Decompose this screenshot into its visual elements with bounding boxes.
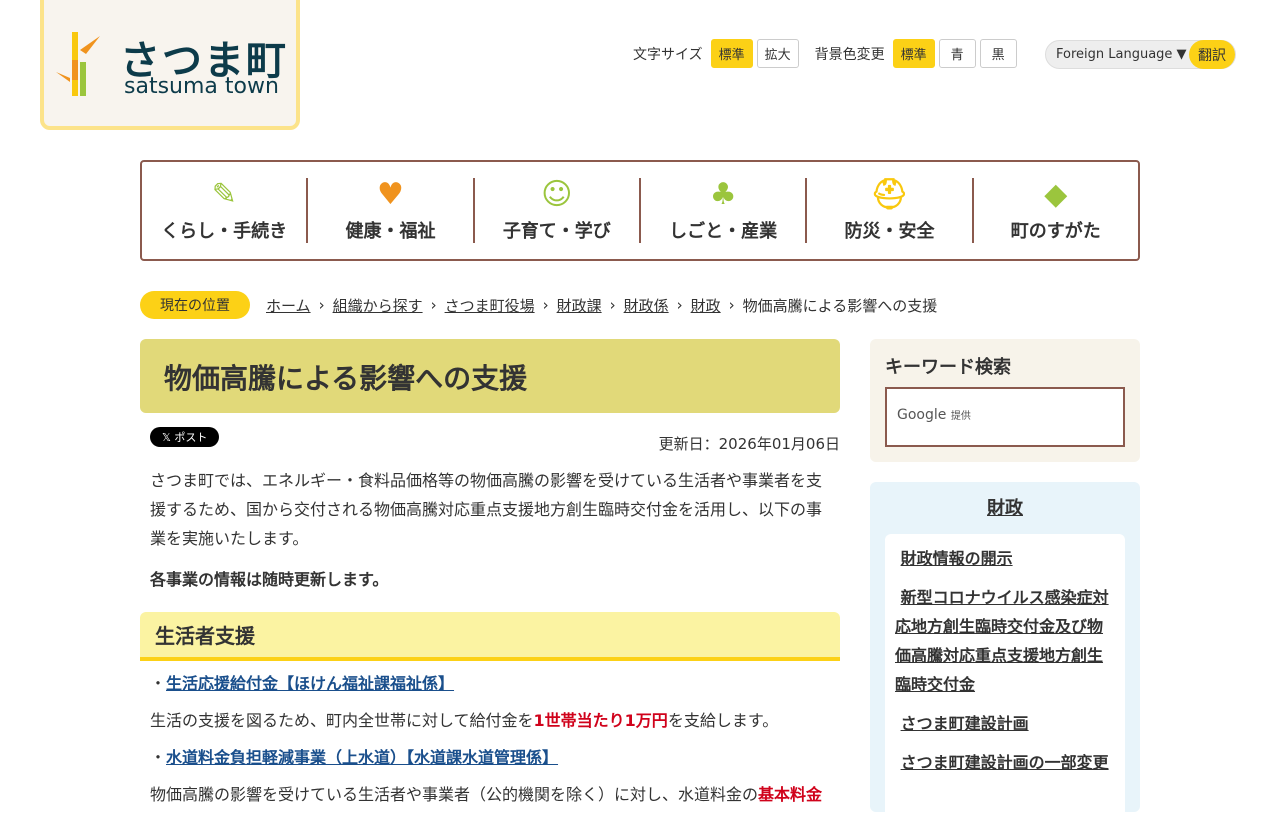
- bg-standard-button[interactable]: 標準: [892, 39, 935, 68]
- nav-label: 町のすがた: [1010, 221, 1101, 242]
- font-size-label: 文字サイズ: [633, 46, 703, 63]
- search-input[interactable]: Google 提供: [885, 387, 1125, 447]
- foreign-language-select[interactable]: Foreign Language ▼ 翻訳: [1045, 40, 1236, 69]
- main-content: 物価高騰による影響への支援 𝕏 ポスト 更新日：2026年01月06日 さつま町…: [140, 339, 840, 809]
- nav-health[interactable]: ♥ 健康・福祉: [308, 176, 475, 243]
- sidebar-link-item: さつま町建設計画: [895, 709, 1115, 738]
- sidebar-link[interactable]: さつま町建設計画の一部変更: [901, 753, 1109, 772]
- heart-hands-icon: ♥: [377, 176, 404, 212]
- category-title[interactable]: 財政: [885, 494, 1125, 520]
- bamboo-shoot-icon: ♣: [709, 176, 737, 212]
- breadcrumb-link[interactable]: ホーム: [266, 295, 311, 316]
- nav-safety[interactable]: ⛑ 防災・安全: [807, 176, 974, 243]
- nav-work[interactable]: ♣ しごと・産業: [641, 176, 808, 243]
- sidebar-link-item: 新型コロナウイルス感染症対応地方創生臨時交付金及び物価高騰対応重点支援地方創生臨…: [895, 583, 1115, 699]
- sidebar-link[interactable]: 財政情報の開示: [901, 549, 1013, 568]
- site-logo[interactable]: さつま町 satsuma town: [40, 0, 300, 130]
- item-description: 物価高騰の影響を受けている生活者や事業者（公的機関を除く）に対し、水道料金の基本…: [150, 785, 823, 804]
- section-heading: 生活者支援: [140, 612, 840, 661]
- update-note: 各事業の情報は随時更新します。: [150, 570, 389, 589]
- logo-text-en: satsuma town: [124, 74, 279, 99]
- item-link[interactable]: 生活応援給付金【ほけん福祉課福祉係】: [166, 674, 454, 693]
- memo-icon: ✎: [211, 176, 237, 212]
- item-link[interactable]: 水道料金負担軽減事業（上水道）【水道課水道管理係】: [166, 748, 558, 767]
- child-book-icon: ☺: [541, 176, 573, 212]
- translate-button[interactable]: 翻訳: [1189, 40, 1235, 69]
- nav-label: 子育て・学び: [502, 221, 611, 242]
- category-menu: 財政 財政情報の開示 新型コロナウイルス感染症対応地方創生臨時交付金及び物価高騰…: [870, 482, 1140, 827]
- updated-date: 更新日：2026年01月06日: [658, 435, 840, 453]
- global-nav: ✎ くらし・手続き ♥ 健康・福祉 ☺ 子育て・学び ♣ しごと・産業 ⛑ 防災・安全 ◆…: [140, 160, 1140, 261]
- nav-label: くらし・手続き: [161, 221, 288, 242]
- nav-town[interactable]: ◆ 町のすがた: [974, 176, 1138, 243]
- breadcrumb-current: 物価高騰による影響への支援: [742, 296, 938, 315]
- town-map-icon: ◆: [1044, 176, 1068, 212]
- page-title: 物価高騰による影響への支援: [140, 339, 840, 413]
- font-standard-button[interactable]: 標準: [710, 39, 753, 68]
- item-description: 生活の支援を図るため、町内全世帯に対して給付金を1世帯当たり1万円を支給します。: [150, 711, 779, 730]
- breadcrumb-link[interactable]: さつま町役場: [445, 295, 535, 316]
- nav-label: しごと・産業: [669, 221, 778, 242]
- font-large-button[interactable]: 拡大: [756, 39, 799, 68]
- nav-label: 防災・安全: [844, 221, 935, 242]
- foreign-language-label: Foreign Language ▼: [1056, 47, 1187, 62]
- bg-black-button[interactable]: 黒: [979, 39, 1017, 68]
- breadcrumb: 現在の位置 ホーム › 組織から探す › さつま町役場 › 財政課 › 財政係 › 財政 ›…: [140, 291, 937, 319]
- sidebar-link[interactable]: さつま町建設計画: [901, 714, 1029, 733]
- sidebar-link-item: さつま町建設計画の一部変更: [895, 748, 1115, 777]
- nav-label: 健康・福祉: [345, 221, 436, 242]
- search-title: キーワード検索: [885, 357, 1011, 378]
- breadcrumb-link[interactable]: 財政係: [624, 295, 669, 316]
- x-post-button[interactable]: 𝕏 ポスト: [150, 427, 220, 447]
- intro-text: さつま町では、エネルギー・食料品価格等の物価高騰の影響を受けている生活者や事業者…: [150, 471, 823, 548]
- keyword-search: キーワード検索 Google 提供: [870, 339, 1140, 462]
- helmet-icon: ⛑: [870, 176, 909, 212]
- sidebar-link[interactable]: 新型コロナウイルス感染症対応地方創生臨時交付金及び物価高騰対応重点支援地方創生臨…: [895, 588, 1109, 694]
- bamboo-icon: [56, 32, 100, 96]
- breadcrumb-link[interactable]: 財政: [691, 295, 721, 316]
- sidebar-link-item: 財政情報の開示: [895, 544, 1115, 573]
- bg-blue-button[interactable]: 青: [938, 39, 976, 68]
- breadcrumb-link[interactable]: 財政課: [557, 295, 602, 316]
- accessibility-tools: 文字サイズ 標準 拡大 背景色変更 標準 青 黒: [633, 39, 1017, 68]
- google-label: Google: [897, 407, 947, 423]
- bg-color-label: 背景色変更: [814, 46, 885, 63]
- nav-childcare[interactable]: ☺ 子育て・学び: [475, 176, 641, 243]
- nav-living[interactable]: ✎ くらし・手続き: [142, 176, 309, 243]
- provided-label: 提供: [950, 411, 971, 422]
- breadcrumb-link[interactable]: 組織から探す: [333, 295, 423, 316]
- breadcrumb-here-badge: 現在の位置: [140, 291, 250, 319]
